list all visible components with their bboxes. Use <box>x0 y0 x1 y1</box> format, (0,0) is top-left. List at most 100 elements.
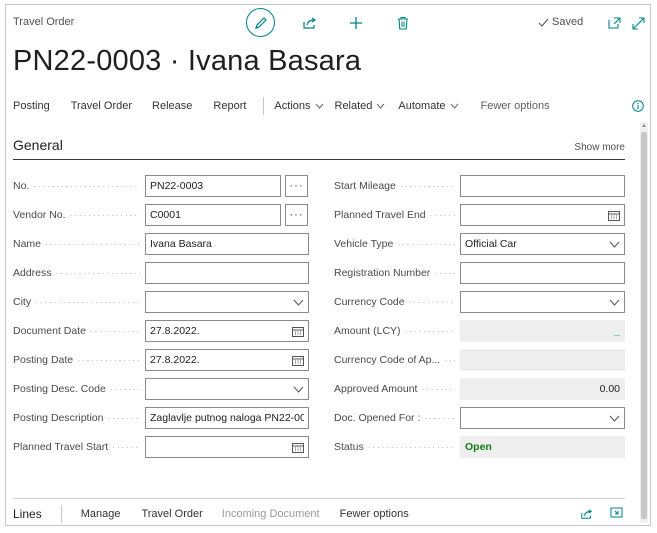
open-in-new-window-icon <box>607 17 621 29</box>
delete-icon <box>398 16 408 30</box>
travel-order-card: Travel Order Saved PN22-0003 · Ivana Bas… <box>5 4 651 526</box>
lines-expand-button[interactable] <box>610 506 623 518</box>
chevron-down-icon <box>609 241 620 248</box>
field-label: Name····································… <box>13 238 140 250</box>
action-travel-order[interactable]: Travel Order <box>71 100 132 112</box>
chevron-down-icon <box>609 299 620 306</box>
field-planned-travel-start: Planned Travel Start····················… <box>13 436 309 458</box>
action-menu-automate[interactable]: Automate <box>398 100 458 112</box>
field-name: Name····································… <box>13 233 309 255</box>
calendar-icon[interactable] <box>292 442 304 453</box>
add-button[interactable] <box>347 11 365 35</box>
start-mileage-input[interactable] <box>460 175 625 197</box>
delete-button[interactable] <box>395 11 411 35</box>
page-scrollbar[interactable]: ▲ <box>640 122 648 523</box>
share-icon <box>581 508 593 519</box>
action-report[interactable]: Report <box>213 100 246 112</box>
expand-button[interactable] <box>630 11 646 35</box>
lines-action-manage[interactable]: Manage <box>81 508 121 520</box>
share-button[interactable] <box>300 11 318 35</box>
page-title: PN22-0003 · Ivana Basara <box>13 45 362 77</box>
planned-travel-start-input[interactable] <box>145 436 309 458</box>
chevron-down-icon <box>450 103 458 109</box>
action-posting[interactable]: Posting <box>13 100 50 112</box>
lines-action-travel-order[interactable]: Travel Order <box>141 508 202 520</box>
document-date-input[interactable]: 27.8.2022. <box>145 320 309 342</box>
field-posting-desc-code: Posting Desc. Code······················… <box>13 378 309 400</box>
posting-desc-code-select[interactable] <box>145 378 309 400</box>
field-label: Posting Description·····················… <box>13 412 140 424</box>
chevron-down-icon <box>293 386 304 393</box>
lines-title[interactable]: Lines <box>13 507 42 521</box>
posting-description-input[interactable]: Zaglavlje putnog naloga PN22-0003 <box>145 407 309 429</box>
registration-number-input[interactable] <box>460 262 625 284</box>
action-menu-actions[interactable]: Actions <box>274 100 323 112</box>
field-label: Start Mileage···························… <box>334 180 455 192</box>
address-input[interactable] <box>145 262 309 284</box>
field-address: Address·································… <box>13 262 309 284</box>
field-label: Amount (LCY)····························… <box>334 325 455 337</box>
calendar-icon[interactable] <box>292 355 304 366</box>
currency-code-select[interactable] <box>460 291 625 313</box>
field-status: Status··································… <box>334 436 625 458</box>
checkmark-icon <box>538 18 549 27</box>
action-menu-related[interactable]: Related <box>335 100 386 112</box>
field-label: Currency Code of Ap...··················… <box>334 354 455 366</box>
chevron-down-icon <box>377 103 385 109</box>
lines-action-fewer-options[interactable]: Fewer options <box>340 508 409 520</box>
field-label: Planned Travel End······················… <box>334 209 455 221</box>
info-button[interactable] <box>632 99 644 117</box>
saved-status: Saved <box>538 16 583 28</box>
name-input[interactable]: Ivana Basara <box>145 233 309 255</box>
section-title[interactable]: General <box>13 137 63 153</box>
no-input[interactable]: PN22-0003 <box>145 175 281 197</box>
edit-icon <box>254 16 267 29</box>
top-bar: Travel Order Saved <box>6 5 650 41</box>
chevron-down-icon <box>315 103 323 109</box>
action-bar: Posting Travel Order Release Report Acti… <box>6 95 650 117</box>
field-label: Doc. Opened For :·······················… <box>334 412 455 424</box>
info-icon <box>632 100 644 112</box>
show-more-link[interactable]: Show more <box>574 142 625 153</box>
vendor-no-input[interactable]: C0001 <box>145 204 281 226</box>
scroll-up-arrow-icon[interactable]: ▲ <box>640 122 648 130</box>
open-in-new-window-button[interactable] <box>606 11 622 35</box>
action-fewer-options[interactable]: Fewer options <box>481 100 550 112</box>
field-label: Posting Date····························… <box>13 354 140 366</box>
lines-bar: Lines Manage Travel Order Incoming Docum… <box>13 498 625 528</box>
planned-travel-end-input[interactable] <box>460 204 625 226</box>
city-select[interactable] <box>145 291 309 313</box>
saved-label: Saved <box>552 16 584 28</box>
section-general-header[interactable]: General Show more <box>13 131 625 160</box>
field-city: City····································… <box>13 291 309 313</box>
no-lookup-button[interactable]: ··· <box>285 175 308 197</box>
field-label: Registration Number·····················… <box>334 267 455 279</box>
action-separator <box>263 97 265 115</box>
field-label: Planned Travel Start····················… <box>13 441 140 453</box>
vehicle-type-select[interactable]: Official Car <box>460 233 625 255</box>
field-planned-travel-end: Planned Travel End······················… <box>334 204 625 226</box>
edit-button[interactable] <box>246 8 275 37</box>
calendar-icon[interactable] <box>292 326 304 337</box>
lines-share-button[interactable] <box>580 508 593 520</box>
field-label: City····································… <box>13 296 140 308</box>
action-menu-actions-label: Actions <box>274 100 311 112</box>
approved-amount-value: 0.00 <box>460 378 625 400</box>
field-registration-number: Registration Number·····················… <box>334 262 625 284</box>
field-currency-code: Currency Code···························… <box>334 291 625 313</box>
field-label: Status··································… <box>334 441 455 453</box>
action-menu-automate-label: Automate <box>398 100 446 112</box>
share-icon <box>302 17 316 29</box>
scroll-thumb[interactable] <box>641 132 647 519</box>
posting-date-input[interactable]: 27.8.2022. <box>145 349 309 371</box>
calendar-icon[interactable] <box>608 210 620 221</box>
vendor-no-lookup-button[interactable]: ··· <box>285 204 308 226</box>
field-posting-description: Posting Description·····················… <box>13 407 309 429</box>
field-currency-code-ap: Currency Code of Ap...··················… <box>334 349 625 371</box>
doc-opened-for-select[interactable] <box>460 407 625 429</box>
status-value: Open <box>460 436 625 458</box>
page-caption: Travel Order <box>13 16 75 28</box>
amount-lcy-value[interactable]: _ <box>460 320 625 342</box>
action-release[interactable]: Release <box>152 100 192 112</box>
field-vehicle-type: Vehicle Type····························… <box>334 233 625 255</box>
